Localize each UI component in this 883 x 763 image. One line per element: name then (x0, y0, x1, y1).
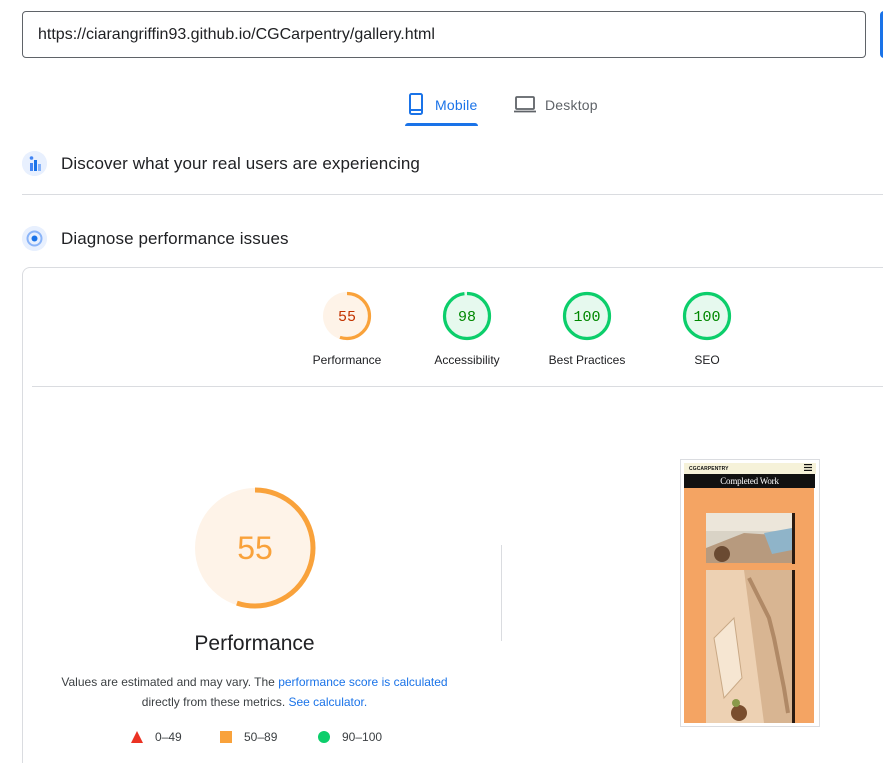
report-card: 55 Performance 98 Accessibility 100 Best… (22, 267, 883, 763)
gauge-performance-ring: 55 (322, 291, 372, 341)
site-navbar: CGCARPENTRY (684, 463, 816, 474)
tab-active-indicator (405, 123, 478, 126)
see-calculator-link[interactable]: See calculator. (289, 695, 368, 709)
gauge-best-practices[interactable]: 100 Best Practices (527, 290, 647, 367)
smartphone-icon (405, 92, 427, 119)
final-screenshot-image: CGCARPENTRY Completed Work (684, 463, 816, 723)
legend-average: 50–89 (220, 730, 277, 744)
note-prefix: Values are estimated and may vary. The (61, 675, 275, 689)
device-tabs: Mobile Desktop (0, 84, 883, 128)
tab-desktop[interactable]: Desktop (513, 84, 598, 126)
triangle-icon (131, 731, 143, 743)
real-users-section[interactable]: Discover what your real users are experi… (22, 151, 883, 176)
performance-gauge-large: 55 (194, 487, 316, 609)
gauge-performance[interactable]: 55 Performance (287, 290, 407, 367)
gauge-seo-score: 100 (693, 309, 720, 326)
tab-mobile[interactable]: Mobile (405, 84, 477, 126)
note-middle: directly from these metrics. (141, 695, 286, 709)
lighthouse-icon (22, 226, 47, 251)
menu-icon (804, 464, 812, 473)
legend-pass: 90–100 (318, 730, 382, 744)
gallery-photos (684, 488, 814, 723)
vertical-divider (501, 545, 502, 641)
site-logo: CGCARPENTRY (689, 465, 729, 472)
gauge-best-practices-ring: 100 (562, 291, 612, 341)
legend-pass-range: 90–100 (342, 730, 383, 744)
gauge-best-practices-score: 100 (573, 309, 600, 326)
real-users-title: Discover what your real users are experi… (61, 153, 420, 173)
tab-mobile-label: Mobile (435, 97, 478, 113)
score-calculated-link[interactable]: performance score is calculated (278, 675, 447, 689)
site-heading: Completed Work (684, 474, 815, 488)
url-input-value: https://ciarangriffin93.github.io/CGCarp… (38, 25, 435, 43)
legend-average-range: 50–89 (244, 730, 278, 744)
gauge-performance-score: 55 (338, 309, 356, 326)
gauge-accessibility-ring: 98 (442, 291, 492, 341)
url-input[interactable]: https://ciarangriffin93.github.io/CGCarp… (22, 11, 866, 58)
gauge-seo-label: SEO (694, 353, 720, 367)
gauge-seo-ring: 100 (682, 291, 732, 341)
card-divider (32, 386, 883, 387)
performance-note: Values are estimated and may vary. The p… (53, 672, 456, 712)
circle-icon (318, 731, 330, 743)
gauge-accessibility[interactable]: 98 Accessibility (407, 290, 527, 367)
section-divider (22, 194, 883, 195)
tab-desktop-label: Desktop (545, 97, 598, 113)
gauge-accessibility-score: 98 (458, 309, 476, 326)
legend-fail-range: 0–49 (155, 730, 182, 744)
gauge-accessibility-label: Accessibility (434, 353, 500, 367)
category-gauges: 55 Performance 98 Accessibility 100 Best… (287, 290, 767, 370)
score-legend: 0–49 50–89 90–100 (123, 730, 423, 750)
final-screenshot[interactable]: CGCARPENTRY Completed Work (680, 459, 820, 727)
performance-title: Performance (194, 632, 315, 655)
diagnose-title: Diagnose performance issues (61, 228, 289, 248)
gauge-performance-label: Performance (312, 353, 382, 367)
gallery-background (684, 488, 814, 723)
diagnose-section: Diagnose performance issues (22, 226, 883, 251)
performance-gauge-score: 55 (237, 530, 273, 566)
legend-fail: 0–49 (131, 730, 182, 744)
laptop-icon (513, 92, 537, 119)
crux-users-icon (22, 151, 47, 176)
gauge-seo[interactable]: 100 SEO (647, 290, 767, 367)
square-icon (220, 731, 232, 743)
gauge-best-practices-label: Best Practices (548, 353, 626, 367)
